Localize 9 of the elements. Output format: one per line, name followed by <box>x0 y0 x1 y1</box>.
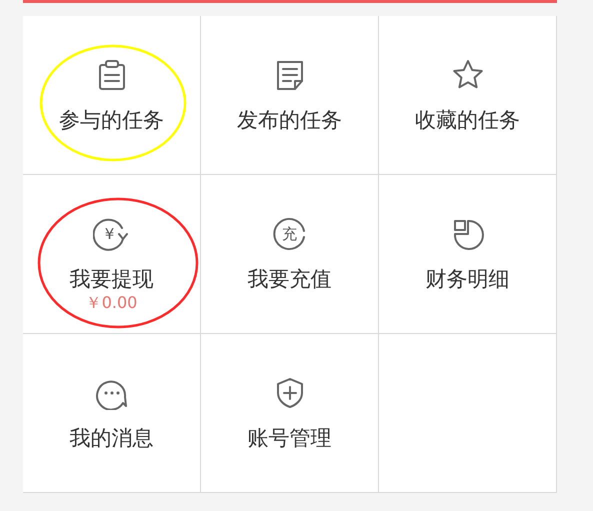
menu-tile[interactable]: 参与的任务 <box>23 16 201 175</box>
menu-tile[interactable]: 我的消息 <box>23 334 201 493</box>
menu-tile[interactable]: 账号管理 <box>201 334 379 493</box>
balance-amount: ￥0.00 <box>86 293 138 313</box>
menu-tile[interactable]: ¥ 我要提现 ￥0.00 <box>23 175 201 334</box>
menu-tile[interactable]: 发布的任务 <box>201 16 379 175</box>
menu-tile[interactable]: 收藏的任务 <box>379 16 557 175</box>
menu-tile[interactable]: 充 我要充值 <box>201 175 379 334</box>
menu-tile[interactable]: 财务明细 <box>379 175 557 334</box>
